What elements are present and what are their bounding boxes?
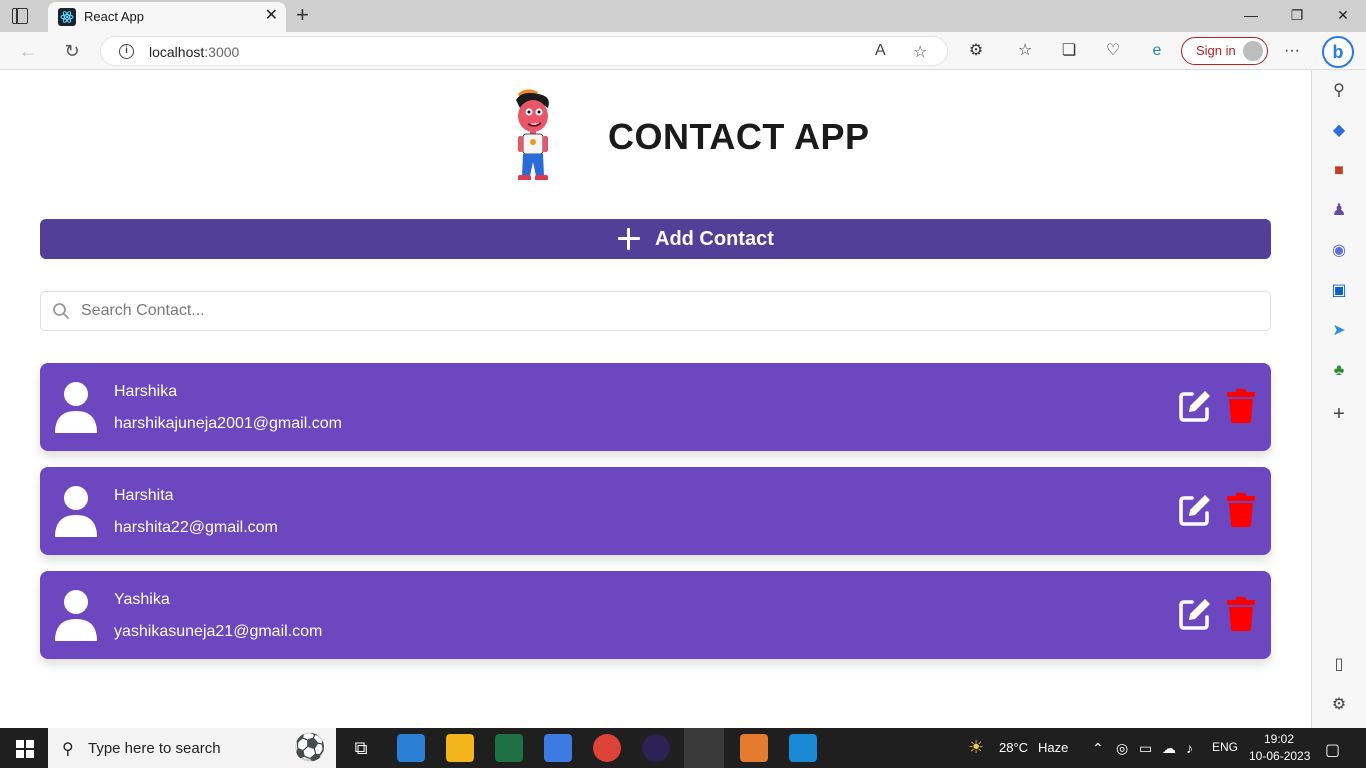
edge-app-icon[interactable]	[684, 728, 724, 768]
clock-date[interactable]: 10-06-2023	[1249, 749, 1310, 763]
cartoon-logo-icon	[516, 89, 549, 182]
contact-name: Yashika	[114, 591, 170, 608]
sidebar-tools-icon[interactable]: ■	[1328, 160, 1350, 182]
eclipse-app-icon[interactable]	[642, 734, 670, 762]
edge-ie-mode-icon[interactable]: e	[1147, 41, 1167, 61]
contact-email: yashikasuneja21@gmail.com	[114, 623, 323, 640]
restore-icon[interactable]: ❐	[1282, 4, 1312, 26]
edit-icon[interactable]	[1178, 493, 1212, 527]
contact-card: Yashika yashikasuneja21@gmail.com	[40, 571, 1271, 659]
contact-card: Harshika harshikajuneja2001@gmail.com	[40, 363, 1271, 451]
taskbar-search-icon: ⚲	[62, 741, 74, 758]
meet-now-icon[interactable]: ◎	[1116, 740, 1128, 757]
favorite-star-icon[interactable]: ☆	[913, 42, 927, 62]
browser-tab-bar: React App ✕ + — ❐ ✕	[0, 0, 1366, 32]
collections-icon[interactable]: ❏	[1059, 41, 1079, 61]
contact-name: Harshita	[114, 487, 174, 504]
tab-title: React App	[84, 9, 144, 24]
delete-icon[interactable]	[1227, 389, 1255, 423]
clock-time[interactable]: 19:02	[1264, 732, 1294, 746]
search-highlight-football-icon: ⚽	[293, 732, 326, 762]
excel-app-icon[interactable]	[495, 734, 523, 762]
windows-start-icon[interactable]	[16, 740, 34, 758]
tab-react-app[interactable]: React App ✕	[48, 2, 286, 32]
edit-icon[interactable]	[1178, 389, 1212, 423]
sidebar-settings-icon[interactable]: ⚙	[1328, 694, 1350, 716]
more-menu-icon[interactable]: ···	[1282, 41, 1302, 61]
sign-in-label: Sign in	[1196, 43, 1236, 58]
back-icon[interactable]: ←	[17, 40, 39, 62]
contact-card: Harshita harshita22@gmail.com	[40, 467, 1271, 555]
contact-name: Harshika	[114, 383, 178, 400]
profile-avatar-icon	[1243, 41, 1263, 61]
address-bar[interactable]: i localhost:3000 A ☆	[100, 36, 948, 66]
new-tab-icon[interactable]: +	[296, 3, 309, 27]
extensions-icon[interactable]: ⚙	[966, 41, 986, 61]
react-favicon-icon	[58, 8, 76, 26]
network-icon[interactable]: ☁	[1162, 740, 1176, 757]
user-avatar-icon	[55, 486, 97, 537]
chrome-app-icon[interactable]	[593, 734, 621, 762]
browser-essentials-icon[interactable]: ♡	[1103, 41, 1123, 61]
search-icon	[53, 303, 69, 319]
sidebar-add-icon[interactable]: +	[1328, 403, 1350, 425]
plus-icon	[617, 227, 641, 251]
add-contact-label: Add Contact	[655, 228, 774, 250]
windows-taskbar: ⚲ Type here to search ⚽ ⧉ ☀ 28°C Haze ⌃ …	[0, 728, 1366, 768]
git-app-icon[interactable]	[740, 734, 768, 762]
site-info-icon[interactable]: i	[119, 44, 134, 59]
delete-icon[interactable]	[1227, 493, 1255, 527]
sidebar-outlook-icon[interactable]: ▣	[1328, 280, 1350, 302]
weather-desc: Haze	[1038, 740, 1069, 755]
tab-actions-icon[interactable]	[12, 8, 28, 24]
contact-email: harshita22@gmail.com	[114, 519, 278, 536]
bing-chat-icon[interactable]: b	[1322, 36, 1354, 68]
window-close-icon[interactable]: ✕	[1328, 4, 1358, 26]
browser-toolbar: ← ↻ i localhost:3000 A ☆ ⚙ ☆ ❏ ♡ e Sign …	[0, 32, 1366, 70]
weather-temp: 28°C	[999, 740, 1029, 755]
sidebar-search-icon[interactable]: ⚲	[1328, 80, 1350, 102]
page-title: CONTACT APP	[608, 116, 870, 157]
sidebar-layout-icon[interactable]: ▯	[1328, 654, 1350, 676]
add-contact-button[interactable]: Add Contact	[40, 219, 1271, 259]
search-input[interactable]	[81, 292, 1261, 330]
delete-icon[interactable]	[1227, 597, 1255, 631]
taskbar-search-box[interactable]: ⚲ Type here to search ⚽	[48, 728, 336, 768]
sidebar-office-icon[interactable]: ◉	[1328, 240, 1350, 262]
favorites-icon[interactable]: ☆	[1015, 41, 1035, 61]
edit-icon[interactable]	[1178, 597, 1212, 631]
minimize-icon[interactable]: —	[1236, 4, 1266, 26]
store-app-icon[interactable]	[544, 734, 572, 762]
battery-icon[interactable]: ▭	[1139, 740, 1152, 757]
notifications-icon[interactable]: ▢	[1325, 740, 1340, 760]
task-view-icon[interactable]: ⧉	[347, 734, 375, 762]
close-tab-icon[interactable]: ✕	[265, 7, 278, 25]
weather-icon[interactable]: ☀	[968, 737, 984, 758]
show-hidden-icons-icon[interactable]: ⌃	[1092, 740, 1104, 757]
user-avatar-icon	[55, 382, 97, 433]
volume-icon[interactable]: ♪	[1186, 740, 1193, 756]
user-avatar-icon	[55, 590, 97, 641]
taskbar-search-placeholder: Type here to search	[88, 740, 221, 757]
app-content: CONTACT APP Add Contact Harshika harshik…	[0, 70, 1311, 728]
edge-sidebar: ⚲ ◆ ■ ♟ ◉ ▣ ➤ ♣ + ▯ ⚙	[1311, 70, 1366, 728]
read-aloud-icon[interactable]: A	[875, 42, 886, 60]
refresh-icon[interactable]: ↻	[61, 40, 83, 62]
sign-in-button[interactable]: Sign in	[1181, 37, 1268, 65]
sidebar-shopping-icon[interactable]: ◆	[1328, 120, 1350, 142]
sidebar-drop-icon[interactable]: ➤	[1328, 320, 1350, 342]
mail-app-icon[interactable]	[397, 734, 425, 762]
sidebar-tree-icon[interactable]: ♣	[1328, 360, 1350, 382]
vscode-app-icon[interactable]	[789, 734, 817, 762]
url-text[interactable]: localhost:3000	[149, 44, 239, 60]
sidebar-games-icon[interactable]: ♟	[1328, 200, 1350, 222]
file-explorer-icon[interactable]	[446, 734, 474, 762]
search-bar	[40, 291, 1271, 331]
contact-email: harshikajuneja2001@gmail.com	[114, 415, 342, 432]
language-indicator[interactable]: ENG	[1212, 740, 1238, 754]
